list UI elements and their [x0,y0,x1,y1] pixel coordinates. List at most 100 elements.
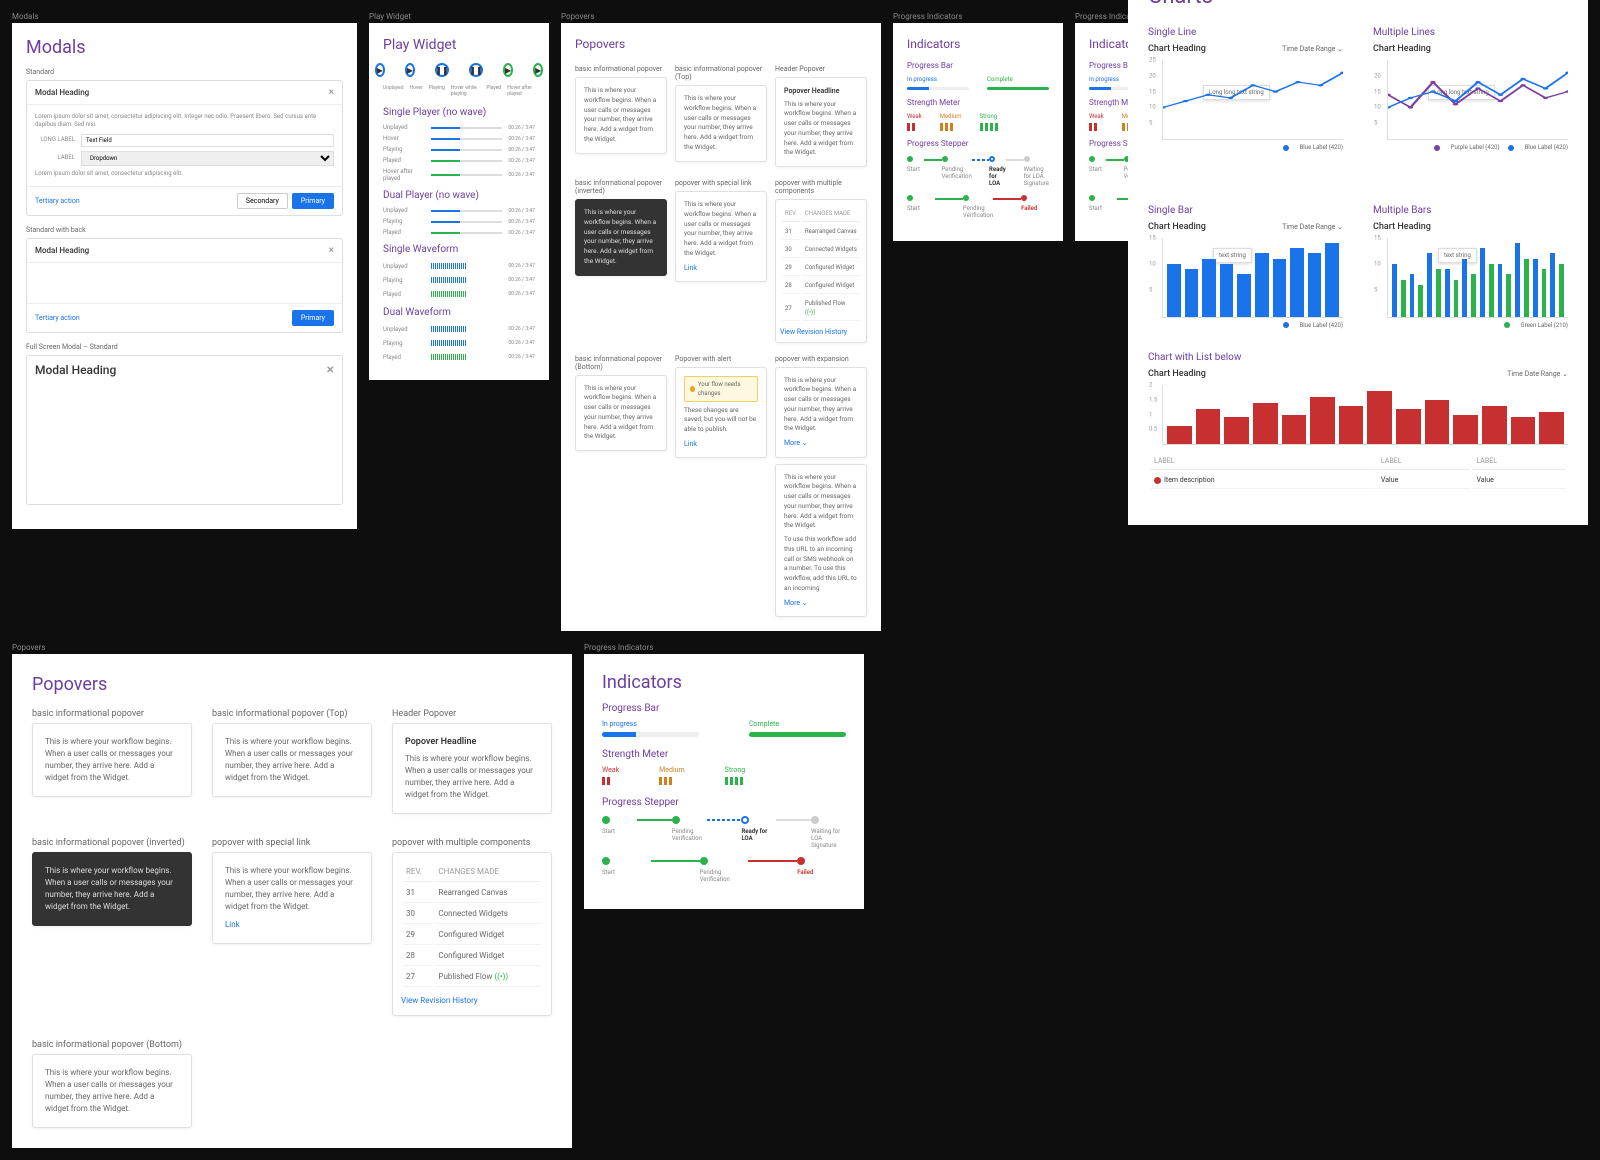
player-row: Unplayed00:26 / 3:47 [383,324,535,334]
primary-button[interactable]: Primary [292,193,334,209]
chart-single-line: Single Line Chart HeadingTime Date Range… [1148,19,1343,153]
play-state-labels: UnplayedHoverPlayingHover while playingP… [383,85,535,97]
dropdown-select[interactable]: Dropdown [81,151,334,166]
table-row[interactable]: 28Configured Widget [782,278,860,294]
seek-track[interactable] [431,127,502,129]
pop-header: Popover HeadlineThis is where your workf… [775,77,867,167]
table-row[interactable]: 29Configured Widget [782,260,860,276]
range-select[interactable]: Time Date Range ⌄ [1282,223,1343,231]
table-row[interactable]: 30Connected Widgets [782,242,860,258]
variant-standard: Standard [26,68,343,76]
player-row: Hover00:26 / 3:47 [383,135,535,142]
tertiary-action[interactable]: Tertiary action [35,197,80,205]
play-icon[interactable]: ▶ [503,63,513,77]
seek-track[interactable] [431,221,502,223]
view-history-link[interactable]: View Revision History [780,327,862,338]
modal-heading: Modal Heading [35,246,89,255]
play-state-icons: ▶ ▶ ❚❚ ❚❚ ▶ ▶ [383,63,535,77]
pop-expansion-open: This is where your workflow begins. When… [775,464,867,618]
status-icon [1154,477,1161,484]
weak-label: Weak [602,766,619,774]
indicators-small-wrap: Progress Indicators Indicators Progress … [893,12,1063,241]
strong-label: Strong [725,766,746,774]
pop-multi: REV.CHANGES MADE31Rearranged Canvas30Con… [775,199,867,343]
chart-multi-bar: Multiple Bars Chart Heading text string5… [1373,197,1568,331]
charts-wrap: Charts Charts Single Line Chart HeadingT… [1128,0,1588,525]
pop-basic: This is where your workflow begins. When… [32,723,192,797]
pop-top: This is where your workflow begins. When… [675,85,767,162]
close-icon[interactable]: × [329,87,334,98]
modal-standard: Modal Heading× Lorem ipsum dolor sit ame… [26,80,343,216]
pop-special: This is where your workflow begins. When… [675,191,767,282]
in-progress-label: In progress [602,720,699,728]
play-icon[interactable]: ▶ [405,63,415,77]
seek-track[interactable] [431,138,502,140]
player-row: Playing00:26 / 3:47 [383,338,535,348]
warning-icon [690,386,695,392]
progress-bar-complete [749,732,846,737]
table-row[interactable]: 29Configured Widget [403,926,541,945]
indicators-title: Indicators [602,672,846,693]
indicators-small-artboard: Indicators Progress Bar In progressCompl… [893,23,1063,241]
pop-special: This is where your workflow begins. When… [212,852,372,944]
pop-multi: REV.CHANGES MADE31Rearranged Canvas30Con… [392,852,552,1016]
seek-track[interactable] [431,160,502,162]
play-icon[interactable]: ▶ [375,63,385,77]
table-row[interactable]: 27Published Flow ((•)) [403,968,541,987]
seek-track[interactable] [431,210,502,212]
pause-icon[interactable]: ❚❚ [435,63,449,77]
pop-alert: Your flow needs changesThese changes are… [675,367,767,459]
pop-header: Popover HeadlineThis is where your workf… [392,723,552,814]
pop-link[interactable]: Link [684,439,758,450]
more-link[interactable]: More ⌄ [784,438,858,449]
more-link[interactable]: More ⌄ [784,598,858,609]
table-row[interactable]: 27Published Flow ((•)) [782,296,860,321]
close-icon[interactable]: × [329,245,334,256]
dual-player-heading: Dual Player (no wave) [383,190,535,201]
pause-icon[interactable]: ❚❚ [469,63,483,77]
primary-button[interactable]: Primary [292,310,334,326]
seek-track[interactable] [431,174,502,176]
indicators-large-artboard: Indicators Progress Bar In progress Comp… [584,654,864,909]
stepper-2: Start Pending Verification Failed [602,857,846,883]
player-row: Playing00:26 / 3:47 [383,146,535,153]
table-row[interactable]: 30Connected Widgets [403,905,541,924]
pop-link[interactable]: Link [684,263,758,274]
player-row: Unplayed00:26 / 3:47 [383,207,535,214]
table-row[interactable]: 28Configured Widget [403,947,541,966]
player-row: Played00:26 / 3:47 [383,352,535,362]
modals-artboard-wrap: Modals Modals Standard Modal Heading× Lo… [12,12,357,529]
indicators-title: Indicators [907,37,1049,51]
range-select[interactable]: Time Date Range ⌄ [1507,370,1568,378]
player-row: Unplayed00:26 / 3:47 [383,124,535,131]
popovers-large-wrap: Popovers Popovers basic informational po… [12,643,572,1148]
close-icon[interactable]: × [327,362,334,378]
pop-inverted: This is where your workflow begins. When… [32,852,192,926]
complete-label: Complete [749,720,846,728]
single-player-heading: Single Player (no wave) [383,107,535,118]
stepper-heading: Progress Stepper [602,797,846,808]
charts-artboard: Charts Single Line Chart HeadingTime Dat… [1128,0,1588,525]
popovers-title: Popovers [32,674,552,695]
stepper-1: Start Pending Verification Ready for LOA… [602,816,846,849]
text-field-input[interactable] [81,134,334,147]
tertiary-action[interactable]: Tertiary action [35,314,80,322]
range-select[interactable]: Time Date Range ⌄ [1282,45,1343,53]
pop-expansion: This is where your workflow begins. When… [775,367,867,458]
chart-list-table: LABELLABELLABEL Item descriptionValueVal… [1148,451,1568,491]
table-row[interactable]: 31Rearranged Canvas [782,224,860,240]
secondary-button[interactable]: Secondary [237,193,288,209]
chart-single-bar: Single Bar Chart HeadingTime Date Range … [1148,197,1343,331]
seek-track[interactable] [431,149,502,151]
player-row: Playing00:26 / 3:47 [383,275,535,285]
progress-bar [602,732,699,737]
play-icon[interactable]: ▶ [533,63,543,77]
modal-lorem: Lorem ipsum dolor sit amet, consectetur … [35,113,334,130]
pop-link[interactable]: Link [225,919,359,931]
modal-fullscreen: Modal Heading× [26,355,343,505]
charts-title: Charts [1148,0,1568,9]
view-history-link[interactable]: View Revision History [401,995,543,1007]
seek-track[interactable] [431,232,502,234]
pop-bottom: This is where your workflow begins. When… [575,375,667,452]
table-row[interactable]: 31Rearranged Canvas [403,884,541,903]
